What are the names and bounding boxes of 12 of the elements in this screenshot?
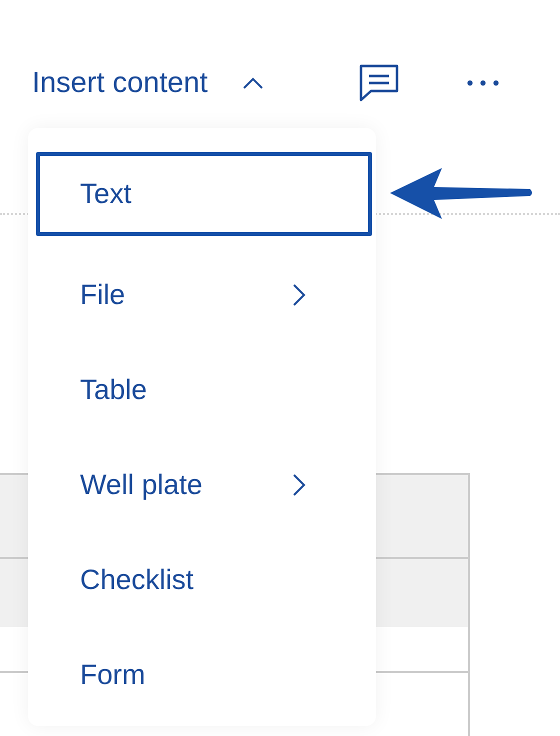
more-icon[interactable]	[466, 79, 500, 87]
comment-icon[interactable]	[358, 63, 400, 103]
menu-item[interactable]: Checklist	[36, 532, 372, 627]
menu-item[interactable]: File	[36, 247, 372, 342]
menu-item[interactable]: Form	[36, 627, 372, 722]
menu-item[interactable]: Table	[36, 342, 372, 437]
insert-content-button[interactable]: Insert content	[32, 66, 264, 100]
chevron-right-icon	[292, 282, 306, 306]
chevron-icon	[242, 76, 264, 90]
menu-item[interactable]: Well plate	[36, 437, 372, 532]
menu-item[interactable]: Text	[36, 152, 372, 236]
chevron-right-icon	[292, 472, 306, 496]
